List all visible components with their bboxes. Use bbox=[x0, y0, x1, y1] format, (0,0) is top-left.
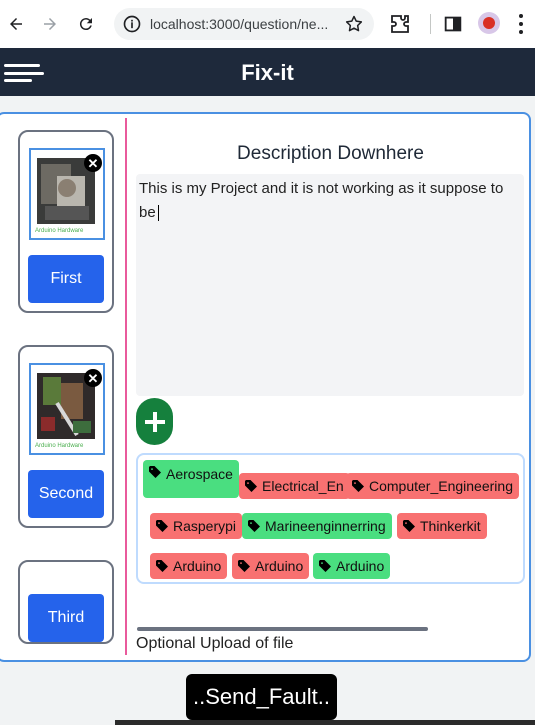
thumbnail-card-second: Arduino Hardware ✕ Second bbox=[18, 345, 114, 528]
description-title: Description Downhere bbox=[237, 143, 424, 164]
send-fault-button[interactable]: ..Send_Fault.. bbox=[186, 674, 337, 720]
thumbnail-card-first: Arduino Hardware ✕ First bbox=[18, 130, 114, 313]
tag-chip[interactable]: Rasperypi bbox=[150, 513, 243, 539]
bottom-edge bbox=[115, 720, 535, 725]
extensions-icon[interactable] bbox=[388, 12, 412, 36]
tag-icon bbox=[149, 466, 161, 478]
remove-image-close-icon[interactable]: ✕ bbox=[84, 154, 102, 172]
tag-label: Aerospace bbox=[166, 466, 233, 482]
back-arrow-icon[interactable] bbox=[2, 10, 30, 38]
tag-chip[interactable]: Aerospace bbox=[143, 460, 239, 498]
browser-toolbar: localhost:3000/question/ne... bbox=[0, 0, 535, 48]
bookmark-star-icon[interactable] bbox=[344, 14, 364, 34]
tag-icon bbox=[156, 560, 168, 572]
address-bar[interactable]: localhost:3000/question/ne... bbox=[114, 8, 374, 40]
photo-caption: Arduino Hardware bbox=[35, 443, 84, 449]
tag-chip[interactable]: Computer_Engineering bbox=[346, 473, 519, 499]
remove-image-close-icon[interactable]: ✕ bbox=[84, 369, 102, 387]
thumbnail-card-third: Third bbox=[18, 560, 114, 644]
thumbnail-button-first[interactable]: First bbox=[28, 255, 104, 303]
upload-label[interactable]: Optional Upload of file bbox=[136, 635, 293, 653]
tag-label: Electrical_En bbox=[262, 478, 344, 494]
site-info-icon[interactable] bbox=[122, 14, 142, 34]
description-text: This is my Project and it is not working… bbox=[139, 180, 504, 221]
description-textarea[interactable]: This is my Project and it is not working… bbox=[136, 174, 524, 396]
tag-icon bbox=[403, 520, 415, 532]
tag-label: Computer_Engineering bbox=[369, 478, 513, 494]
column-divider bbox=[125, 118, 127, 655]
reload-icon[interactable] bbox=[72, 10, 100, 38]
forward-arrow-icon[interactable] bbox=[36, 10, 64, 38]
thumbnail-button-third[interactable]: Third bbox=[28, 594, 104, 642]
tag-label: Thinkerkit bbox=[420, 518, 481, 534]
upload-progress-bar bbox=[137, 627, 428, 631]
tag-chip[interactable]: Arduino bbox=[313, 553, 391, 579]
tag-chip[interactable]: Arduino bbox=[232, 553, 310, 579]
app-title: Fix-it bbox=[241, 60, 294, 85]
tag-icon bbox=[245, 480, 257, 492]
tag-chip[interactable]: Arduino bbox=[150, 553, 228, 579]
more-menu-icon[interactable] bbox=[518, 14, 524, 34]
tag-chip[interactable]: Marineenginnerring bbox=[242, 513, 392, 539]
text-cursor bbox=[157, 205, 159, 222]
tag-label: Marineenginnerring bbox=[265, 518, 386, 534]
side-panel-icon[interactable] bbox=[442, 12, 464, 36]
tag-icon bbox=[319, 560, 331, 572]
plus-icon bbox=[144, 411, 165, 432]
tag-icon bbox=[248, 520, 260, 532]
tag-icon bbox=[156, 520, 168, 532]
tag-label: Arduino bbox=[336, 558, 385, 574]
url-text[interactable]: localhost:3000/question/ne... bbox=[150, 16, 328, 32]
toolbar-separator bbox=[430, 14, 431, 34]
tag-label: Arduino bbox=[255, 558, 304, 574]
tag-list: Aerospace Electrical_En Computer_Enginee… bbox=[136, 453, 525, 584]
app-header: Fix-it bbox=[0, 48, 535, 96]
profile-avatar[interactable] bbox=[478, 12, 500, 34]
tag-icon bbox=[238, 560, 250, 572]
tag-label: Rasperypi bbox=[173, 518, 237, 534]
tag-label: Arduino bbox=[173, 558, 222, 574]
tag-chip[interactable]: Thinkerkit bbox=[397, 513, 487, 539]
thumbnail-button-second[interactable]: Second bbox=[28, 470, 104, 518]
tag-chip[interactable]: Electrical_En bbox=[239, 473, 350, 499]
add-tag-button[interactable] bbox=[136, 398, 173, 445]
tag-icon bbox=[352, 480, 364, 492]
photo-caption: Arduino Hardware bbox=[35, 228, 84, 234]
